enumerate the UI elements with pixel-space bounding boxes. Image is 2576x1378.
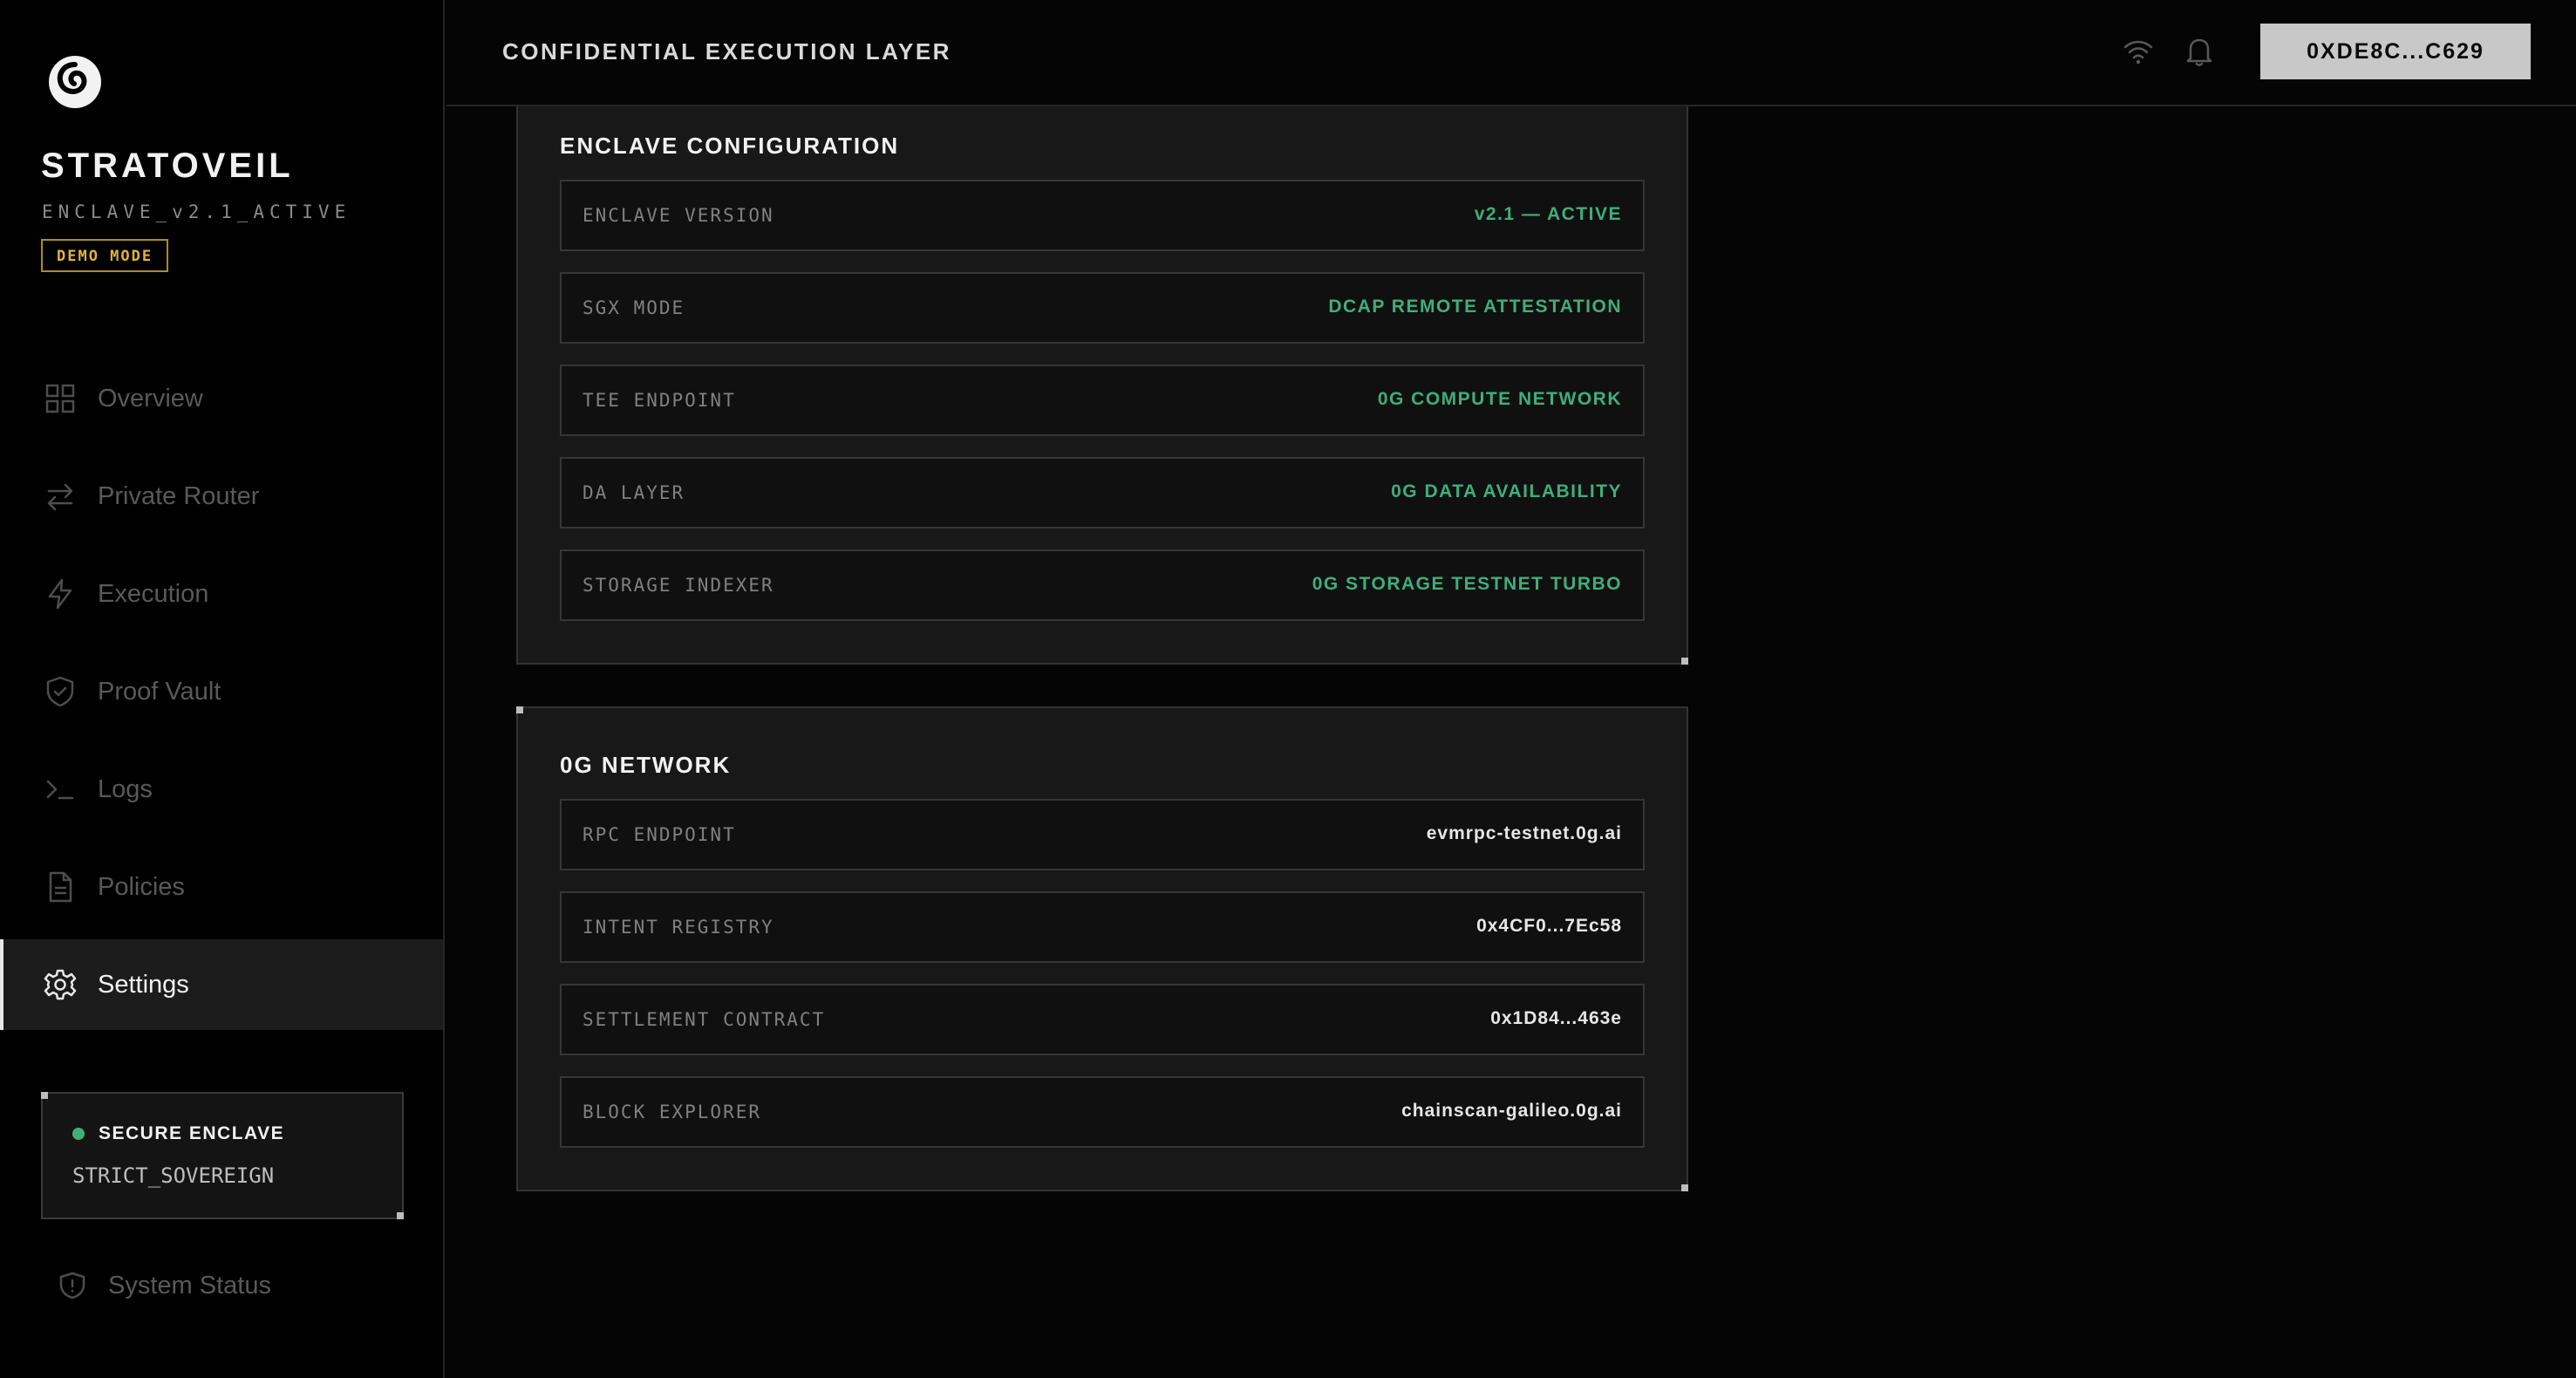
sidebar-item-label: Proof Vault	[98, 677, 221, 706]
gear-icon	[44, 969, 77, 1000]
network-row-block-explorer: BLOCK EXPLORER chainscan-galileo.0g.ai	[560, 1076, 1645, 1148]
grid-icon	[45, 384, 75, 413]
row-value: 0x1D84...463e	[1490, 1008, 1622, 1028]
system-status-label: System Status	[108, 1271, 271, 1300]
wifi-icon[interactable]	[2123, 37, 2154, 66]
corner-marker	[41, 1092, 48, 1099]
document-icon	[49, 871, 72, 903]
network-panel: 0G NETWORK RPC ENDPOINT evmrpc-testnet.0…	[516, 706, 1688, 1191]
corner-marker	[397, 1212, 404, 1219]
bell-icon[interactable]	[2184, 35, 2215, 68]
sidebar-item-settings[interactable]: Settings	[0, 939, 443, 1030]
brand-name: STRATOVEIL	[41, 147, 294, 185]
lightning-icon	[48, 578, 72, 610]
row-label: INTENT REGISTRY	[583, 917, 774, 938]
network-row-rpc-endpoint: RPC ENDPOINT evmrpc-testnet.0g.ai	[560, 799, 1645, 870]
config-row-storage-indexer: STORAGE INDEXER 0G STORAGE TESTNET TURBO	[560, 549, 1645, 621]
wallet-address-button[interactable]: 0XDE8C...C629	[2260, 24, 2531, 79]
row-value: DCAP REMOTE ATTESTATION	[1328, 297, 1622, 317]
row-label: DA LAYER	[583, 482, 685, 503]
sidebar-item-label: Private Router	[98, 481, 260, 510]
demo-mode-badge: DEMO MODE	[41, 239, 169, 272]
sidebar-item-execution[interactable]: Execution	[0, 549, 443, 639]
config-row-sgx-mode: SGX MODE DCAP REMOTE ATTESTATION	[560, 272, 1645, 344]
sidebar-item-label: Settings	[98, 970, 189, 999]
swirl-logo-icon	[49, 56, 101, 108]
config-row-tee-endpoint: TEE ENDPOINT 0G COMPUTE NETWORK	[560, 365, 1645, 436]
row-value: evmrpc-testnet.0g.ai	[1426, 823, 1622, 843]
sidebar-item-label: Overview	[98, 384, 203, 413]
corner-marker	[516, 706, 523, 713]
system-status-link[interactable]: System Status	[58, 1266, 271, 1305]
config-row-da-layer: DA LAYER 0G DATA AVAILABILITY	[560, 457, 1645, 529]
sidebar-item-proof-vault[interactable]: Proof Vault	[0, 646, 443, 737]
shield-alert-icon	[59, 1272, 85, 1300]
row-label: ENCLAVE VERSION	[583, 205, 774, 226]
row-label: BLOCK EXPLORER	[583, 1102, 762, 1122]
shield-check-icon	[46, 676, 74, 707]
corner-marker	[1681, 1184, 1688, 1191]
row-value: v2.1 — ACTIVE	[1474, 204, 1622, 224]
top-header: CONFIDENTIAL EXECUTION LAYER 0XDE8C...C6…	[446, 0, 2576, 106]
secure-enclave-title: SECURE ENCLAVE	[99, 1123, 285, 1143]
network-row-intent-registry: INTENT REGISTRY 0x4CF0...7Ec58	[560, 891, 1645, 963]
row-label: TEE ENDPOINT	[583, 390, 736, 411]
row-label: RPC ENDPOINT	[583, 824, 736, 845]
row-value: 0G COMPUTE NETWORK	[1377, 389, 1622, 409]
brand-subtitle: ENCLAVE_v2.1_ACTIVE	[42, 201, 351, 222]
row-value: 0G STORAGE TESTNET TURBO	[1312, 574, 1622, 594]
row-value: 0G DATA AVAILABILITY	[1391, 481, 1622, 501]
secure-enclave-card: SECURE ENCLAVE STRICT_SOVEREIGN	[41, 1092, 404, 1219]
sidebar-item-policies[interactable]: Policies	[0, 842, 443, 932]
sidebar-nav: Overview Private Router Execution Proof …	[0, 353, 443, 1037]
page-title: CONFIDENTIAL EXECUTION LAYER	[502, 38, 951, 65]
arrows-swap-icon	[47, 483, 73, 511]
sidebar-item-private-router[interactable]: Private Router	[0, 451, 443, 542]
row-value: 0x4CF0...7Ec58	[1476, 916, 1622, 936]
config-row-enclave-version: ENCLAVE VERSION v2.1 — ACTIVE	[560, 180, 1645, 251]
enclave-configuration-panel: ENCLAVE CONFIGURATION ENCLAVE VERSION v2…	[516, 87, 1688, 665]
sidebar-item-label: Logs	[98, 774, 153, 803]
network-row-settlement-contract: SETTLEMENT CONTRACT 0x1D84...463e	[560, 984, 1645, 1055]
row-label: SETTLEMENT CONTRACT	[583, 1009, 826, 1030]
sidebar-item-label: Policies	[98, 872, 185, 901]
sidebar-item-label: Execution	[98, 579, 209, 608]
sidebar-item-logs[interactable]: Logs	[0, 744, 443, 835]
row-value: chainscan-galileo.0g.ai	[1401, 1101, 1622, 1121]
terminal-icon	[46, 780, 74, 800]
app-root: STRATOVEIL ENCLAVE_v2.1_ACTIVE DEMO MODE…	[0, 0, 2576, 1378]
panel-title: ENCLAVE CONFIGURATION	[560, 133, 900, 159]
row-label: STORAGE INDEXER	[583, 575, 774, 596]
panel-title: 0G NETWORK	[560, 752, 732, 778]
row-label: SGX MODE	[583, 297, 685, 318]
status-dot-icon	[72, 1128, 85, 1140]
secure-enclave-value: STRICT_SOVEREIGN	[72, 1163, 275, 1188]
corner-marker	[1681, 658, 1688, 665]
sidebar: STRATOVEIL ENCLAVE_v2.1_ACTIVE DEMO MODE…	[0, 0, 445, 1378]
sidebar-item-overview[interactable]: Overview	[0, 353, 443, 444]
